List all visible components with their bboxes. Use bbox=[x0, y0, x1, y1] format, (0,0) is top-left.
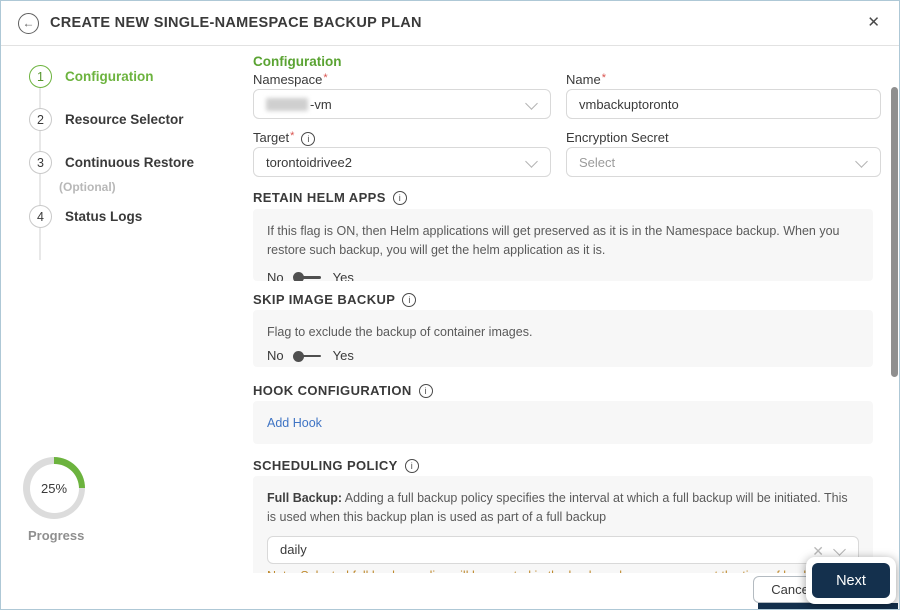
retain-helm-apps-panel: If this flag is ON, then Helm applicatio… bbox=[253, 209, 873, 281]
step-3-circle: 3 bbox=[29, 151, 52, 174]
policy-value: daily bbox=[280, 542, 307, 558]
target-label: Target* i bbox=[253, 130, 316, 146]
namespace-select[interactable]: -vm bbox=[253, 89, 551, 119]
retain-helm-toggle[interactable] bbox=[292, 271, 323, 281]
info-icon[interactable]: i bbox=[301, 132, 316, 146]
skip-image-backup-heading: SKIP IMAGE BACKUP i bbox=[253, 292, 417, 307]
progress-label: Progress bbox=[28, 528, 85, 543]
hook-configuration-panel: Add Hook bbox=[253, 401, 873, 444]
close-icon[interactable]: ✕ bbox=[867, 13, 880, 31]
name-label: Name* bbox=[566, 72, 606, 87]
skip-image-backup-panel: Flag to exclude the backup of container … bbox=[253, 310, 873, 367]
chevron-down-icon bbox=[833, 542, 846, 556]
full-backup-policy-select[interactable]: daily ✕ bbox=[267, 535, 859, 564]
chevron-down-icon bbox=[525, 155, 538, 168]
step-continuous-restore[interactable]: 3 Continuous Restore bbox=[29, 151, 194, 174]
required-asterisk: * bbox=[290, 130, 295, 142]
step-1-label: Configuration bbox=[65, 69, 154, 84]
full-backup-description: Full Backup: Adding a full backup policy… bbox=[267, 491, 848, 525]
encryption-secret-select[interactable]: Select bbox=[566, 147, 881, 177]
scrollbar-thumb[interactable] bbox=[891, 87, 898, 377]
encryption-placeholder: Select bbox=[579, 154, 616, 170]
namespace-label: Namespace* bbox=[253, 72, 328, 87]
dialog-title: CREATE NEW SINGLE-NAMESPACE BACKUP PLAN bbox=[50, 15, 422, 31]
step-configuration[interactable]: 1 Configuration bbox=[29, 65, 153, 88]
form-content: Configuration Namespace* Name* -vm Targe… bbox=[246, 46, 891, 573]
target-select[interactable]: torontoidrivee2 bbox=[253, 147, 551, 177]
next-button[interactable]: Next bbox=[812, 563, 890, 598]
step-status-logs[interactable]: 4 Status Logs bbox=[29, 205, 142, 228]
progress-ring: 25% bbox=[23, 457, 85, 519]
toggle-no-label: No bbox=[267, 269, 284, 281]
chevron-down-icon bbox=[855, 155, 868, 168]
encryption-secret-label: Encryption Secret bbox=[566, 130, 669, 145]
step-3-optional-label: (Optional) bbox=[59, 180, 116, 194]
step-2-label: Resource Selector bbox=[65, 112, 184, 127]
dialog-header: ← CREATE NEW SINGLE-NAMESPACE BACKUP PLA… bbox=[1, 1, 899, 46]
skip-image-description: Flag to exclude the backup of container … bbox=[267, 325, 533, 339]
back-icon[interactable]: ← bbox=[18, 12, 39, 34]
redacted-text bbox=[266, 97, 308, 111]
namespace-value: -vm bbox=[310, 96, 332, 112]
section-title-configuration: Configuration bbox=[253, 54, 342, 69]
step-2-circle: 2 bbox=[29, 108, 52, 131]
step-resource-selector[interactable]: 2 Resource Selector bbox=[29, 108, 184, 131]
hook-configuration-heading: HOOK CONFIGURATION i bbox=[253, 383, 433, 398]
policy-note: Note: Selected full backup policy will b… bbox=[267, 569, 873, 573]
next-button-callout: Next bbox=[806, 557, 896, 604]
progress-percent: 25% bbox=[29, 463, 79, 513]
info-icon[interactable]: i bbox=[404, 458, 419, 473]
step-4-label: Status Logs bbox=[65, 209, 143, 224]
stepper-sidebar: 1 Configuration 2 Resource Selector 3 Co… bbox=[1, 46, 246, 609]
toggle-knob bbox=[292, 350, 304, 362]
retain-helm-description: If this flag is ON, then Helm applicatio… bbox=[267, 224, 840, 258]
toggle-yes-label: Yes bbox=[332, 269, 354, 281]
info-icon[interactable]: i bbox=[392, 190, 407, 205]
target-value: torontoidrivee2 bbox=[266, 154, 352, 170]
name-input[interactable] bbox=[566, 89, 881, 119]
skip-image-toggle-row: No Yes bbox=[267, 348, 859, 363]
scheduling-policy-panel: Full Backup: Adding a full backup policy… bbox=[253, 476, 873, 573]
info-icon[interactable]: i bbox=[402, 292, 417, 307]
toggle-yes-label: Yes bbox=[332, 348, 354, 364]
chevron-down-icon bbox=[525, 97, 538, 110]
retain-helm-toggle-row: No Yes bbox=[267, 270, 859, 281]
step-1-circle: 1 bbox=[29, 65, 52, 88]
scheduling-policy-heading: SCHEDULING POLICY i bbox=[253, 458, 419, 473]
next-button-partial[interactable] bbox=[758, 603, 898, 609]
skip-image-toggle[interactable] bbox=[292, 350, 323, 362]
required-asterisk: * bbox=[323, 72, 328, 84]
step-3-label: Continuous Restore bbox=[65, 155, 195, 170]
add-hook-link[interactable]: Add Hook bbox=[267, 416, 322, 430]
content-scrollbar bbox=[891, 49, 899, 573]
info-icon[interactable]: i bbox=[418, 383, 433, 398]
required-asterisk: * bbox=[601, 72, 606, 84]
retain-helm-apps-heading: RETAIN HELM APPS i bbox=[253, 190, 407, 205]
toggle-no-label: No bbox=[267, 348, 284, 364]
step-4-circle: 4 bbox=[29, 205, 52, 228]
create-backup-plan-dialog: ← CREATE NEW SINGLE-NAMESPACE BACKUP PLA… bbox=[0, 0, 900, 610]
toggle-knob bbox=[292, 272, 304, 281]
